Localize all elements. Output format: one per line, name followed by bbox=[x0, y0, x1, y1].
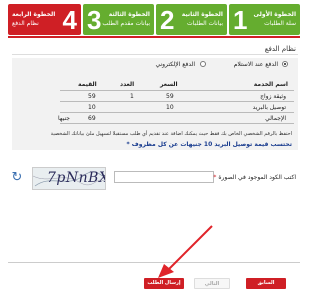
captcha-image: 7pNnBX bbox=[32, 167, 106, 190]
step-subtitle: سلة الطلبات bbox=[264, 20, 296, 27]
total-line bbox=[60, 123, 294, 124]
table-header-line bbox=[60, 90, 294, 91]
electronic-payment-label: الدفع الإلكتروني bbox=[155, 61, 195, 68]
col-header-service: اسم الخدمة bbox=[253, 81, 288, 88]
row-line bbox=[60, 101, 294, 102]
total-label: الإجمالي bbox=[265, 115, 286, 122]
step-4[interactable]: 4 الخطوة الرابعة نظام الدفع bbox=[8, 4, 81, 35]
row-service: وثيقة زواج bbox=[260, 93, 286, 100]
step-title: الخطوة الثالثة bbox=[108, 11, 150, 18]
total-value: 69 bbox=[88, 115, 96, 122]
captcha-label: * اكتب الكود الموجود في الصورة bbox=[213, 174, 296, 181]
captcha-input[interactable] bbox=[114, 171, 214, 183]
step-title: الخطوة الثانية bbox=[181, 11, 223, 18]
send-request-button[interactable]: إرسال الطلب bbox=[144, 278, 184, 289]
row-value: 59 bbox=[88, 93, 96, 100]
row-line bbox=[60, 112, 294, 113]
previous-button[interactable]: السابق bbox=[246, 278, 286, 289]
privacy-note: احتفظ بالرقم الشخصي الخاص بك فقط حيث يمك… bbox=[50, 131, 292, 137]
next-button[interactable]: التالي bbox=[194, 278, 230, 289]
radio-electronic-payment[interactable] bbox=[200, 61, 206, 67]
step-number: 4 bbox=[62, 5, 77, 35]
required-mark: * bbox=[213, 174, 217, 181]
row-price: 59 bbox=[166, 93, 174, 100]
payment-section-title: نظام الدفع bbox=[264, 45, 296, 53]
captcha-text: 7pNnBX bbox=[47, 170, 106, 186]
step-subtitle: بيانات الطلبات bbox=[186, 20, 223, 27]
step-2[interactable]: 2 الخطوة الثانية بيانات الطلبات bbox=[156, 4, 227, 35]
row-value: 10 bbox=[88, 104, 96, 111]
step-3[interactable]: 3 الخطوة الثالثة بيانات مقدم الطلب bbox=[83, 4, 154, 35]
step-subtitle: بيانات مقدم الطلب bbox=[102, 20, 150, 27]
col-header-count: العدد bbox=[120, 81, 135, 88]
step-title: الخطوة الرابعة bbox=[12, 11, 56, 18]
section-divider bbox=[12, 54, 298, 55]
step-number: 2 bbox=[160, 5, 175, 35]
cash-on-delivery-label: الدفع عند الاستلام bbox=[233, 61, 278, 68]
col-header-value: القيمة bbox=[78, 81, 97, 88]
row-price: 10 bbox=[166, 104, 174, 111]
row-count: 1 bbox=[130, 93, 134, 100]
step-number: 3 bbox=[87, 5, 102, 35]
refresh-captcha-icon[interactable]: ↻ bbox=[10, 171, 24, 185]
col-header-price: السعر bbox=[160, 81, 178, 88]
step-subtitle: نظام الدفع bbox=[12, 20, 39, 27]
delivery-fee-note: * تحتسب قيمة توصيل البريد 10 جنيهات عن ك… bbox=[126, 141, 292, 148]
step-title: الخطوة الأولى bbox=[253, 11, 296, 18]
annotation-arrow-icon bbox=[158, 225, 213, 278]
step-1[interactable]: 1 الخطوة الأولى سلة الطلبات bbox=[229, 4, 300, 35]
captcha-label-text: اكتب الكود الموجود في الصورة bbox=[218, 174, 296, 181]
total-currency: جنيها bbox=[58, 115, 70, 122]
step-bar-underline bbox=[8, 36, 300, 38]
radio-cash-on-delivery[interactable] bbox=[282, 61, 288, 67]
step-number: 1 bbox=[233, 5, 248, 35]
row-service: توصيل بالبريد bbox=[252, 104, 286, 111]
